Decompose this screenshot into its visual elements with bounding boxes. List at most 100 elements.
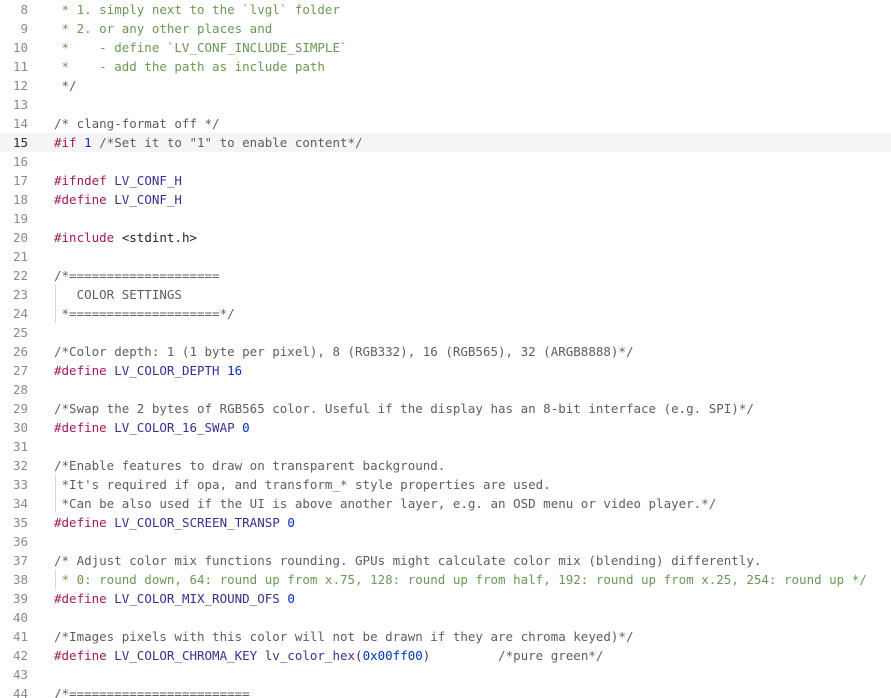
code-line[interactable]: 28 — [0, 380, 891, 399]
code-line[interactable]: 27 #define LV_COLOR_DEPTH 16 — [0, 361, 891, 380]
line-number: 29 — [12, 401, 28, 416]
code-token: /*Swap the 2 bytes of RGB565 color. Usef… — [54, 401, 754, 416]
line-number: 27 — [12, 363, 28, 378]
code-line[interactable]: 18 #define LV_CONF_H — [0, 190, 891, 209]
line-code: /*Images pixels with this color will not… — [54, 627, 633, 646]
line-number: 35 — [12, 515, 28, 530]
code-token: LV_COLOR_SCREEN_TRANSP — [106, 515, 288, 530]
code-line[interactable]: 31 — [0, 437, 891, 456]
code-line[interactable]: 14 /* clang-format off */ — [0, 114, 891, 133]
line-number: 20 — [12, 230, 28, 245]
code-token: 0 — [287, 515, 295, 530]
line-code: #define LV_COLOR_16_SWAP 0 — [54, 418, 250, 437]
line-code: * - define `LV_CONF_INCLUDE_SIMPLE` — [54, 38, 348, 57]
code-token: LV_COLOR_MIX_ROUND_OFS — [106, 591, 288, 606]
line-number: 22 — [12, 268, 28, 283]
line-code: #define LV_CONF_H — [54, 190, 182, 209]
code-line[interactable]: 10 * - define `LV_CONF_INCLUDE_SIMPLE` — [0, 38, 891, 57]
code-line[interactable]: 11 * - add the path as include path — [0, 57, 891, 76]
line-number: 12 — [12, 78, 28, 93]
code-line[interactable]: 36 — [0, 532, 891, 551]
code-token: 0 — [242, 420, 250, 435]
line-number: 37 — [12, 553, 28, 568]
code-line[interactable]: 26 /*Color depth: 1 (1 byte per pixel), 8… — [0, 342, 891, 361]
line-code: /* clang-format off */ — [54, 114, 220, 133]
line-code: * 0: round down, 64: round up from x.75,… — [54, 570, 867, 589]
line-number: 40 — [12, 610, 28, 625]
code-token: /*Color depth: 1 (1 byte per pixel), 8 (… — [54, 344, 634, 359]
code-line[interactable]: 42 #define LV_COLOR_CHROMA_KEY lv_color_h… — [0, 646, 891, 665]
line-number: 43 — [12, 667, 28, 682]
line-code: #define LV_COLOR_CHROMA_KEY lv_color_hex… — [54, 646, 603, 665]
code-line[interactable]: 38 * 0: round down, 64: round up from x.… — [0, 570, 891, 589]
code-token: #define — [54, 515, 107, 530]
code-line[interactable]: 23 COLOR SETTINGS — [0, 285, 891, 304]
code-token: /*Enable features to draw on transparent… — [54, 458, 446, 473]
code-line[interactable]: 17 #ifndef LV_CONF_H — [0, 171, 891, 190]
code-line[interactable]: 25 — [0, 323, 891, 342]
code-token: LV_COLOR_DEPTH — [106, 363, 228, 378]
line-code: #define LV_COLOR_DEPTH 16 — [54, 361, 242, 380]
code-line[interactable]: 22 /*==================== — [0, 266, 891, 285]
code-line[interactable]: 12 */ — [0, 76, 891, 95]
line-number: 41 — [12, 629, 28, 644]
line-number: 24 — [12, 306, 28, 321]
code-line[interactable]: 30 #define LV_COLOR_16_SWAP 0 — [0, 418, 891, 437]
line-code: *====================*/ — [54, 304, 235, 323]
code-token: /*pure green*/ — [498, 648, 604, 663]
code-token: #define — [54, 591, 107, 606]
code-token: #define — [54, 192, 107, 207]
code-line[interactable]: 21 — [0, 247, 891, 266]
code-line[interactable]: 39 #define LV_COLOR_MIX_ROUND_OFS 0 — [0, 589, 891, 608]
code-line[interactable]: 32 /*Enable features to draw on transpare… — [0, 456, 891, 475]
line-number: 38 — [12, 572, 28, 587]
code-line[interactable]: 43 — [0, 665, 891, 684]
line-code: #define LV_COLOR_SCREEN_TRANSP 0 — [54, 513, 295, 532]
code-token: #include — [54, 230, 115, 245]
code-token: LV_CONF_H — [106, 192, 182, 207]
line-number: 15 — [12, 135, 28, 150]
code-line[interactable]: 33 *It's required if opa, and transform_… — [0, 475, 891, 494]
code-token: #define — [54, 420, 107, 435]
code-line[interactable]: 20 #include <stdint.h> — [0, 228, 891, 247]
line-code: *It's required if opa, and transform_* s… — [54, 475, 551, 494]
code-line[interactable]: 37 /* Adjust color mix functions rounding… — [0, 551, 891, 570]
line-number: 26 — [12, 344, 28, 359]
line-code: *Can be also used if the UI is above ano… — [54, 494, 717, 513]
code-editor[interactable]: 8 * 1. simply next to the `lvgl` folder 9… — [0, 0, 891, 698]
code-line[interactable]: 34 *Can be also used if the UI is above … — [0, 494, 891, 513]
code-line[interactable]: 19 — [0, 209, 891, 228]
code-line[interactable]: 24 *====================*/ — [0, 304, 891, 323]
code-token: 0x00ff00 — [362, 648, 423, 663]
code-line[interactable]: 9 * 2. or any other places and — [0, 19, 891, 38]
code-line[interactable]: 29 /*Swap the 2 bytes of RGB565 color. Us… — [0, 399, 891, 418]
code-line[interactable]: 8 * 1. simply next to the `lvgl` folder — [0, 0, 891, 19]
code-line[interactable]: 16 — [0, 152, 891, 171]
line-number: 33 — [12, 477, 28, 492]
code-line[interactable]: 41 /*Images pixels with this color will n… — [0, 627, 891, 646]
line-number: 32 — [12, 458, 28, 473]
code-token: * - add the path as include path — [54, 59, 325, 74]
line-number: 11 — [12, 59, 28, 74]
code-token: /*Set it to "1" to enable content*/ — [91, 135, 363, 150]
line-number: 16 — [12, 154, 28, 169]
code-line[interactable]: 13 — [0, 95, 891, 114]
code-line[interactable]: 44 /*======================== — [0, 684, 891, 698]
line-code: * 1. simply next to the `lvgl` folder — [54, 0, 340, 19]
code-token: LV_COLOR_16_SWAP — [106, 420, 243, 435]
line-code: */ — [54, 76, 77, 95]
code-line[interactable]: 35 #define LV_COLOR_SCREEN_TRANSP 0 — [0, 513, 891, 532]
code-token: /* clang-format off */ — [54, 116, 220, 131]
line-code: COLOR SETTINGS — [54, 285, 182, 304]
code-token: /*======================== — [54, 686, 250, 698]
line-code: /*Enable features to draw on transparent… — [54, 456, 445, 475]
code-line[interactable]: 40 — [0, 608, 891, 627]
code-token: ) — [422, 648, 499, 663]
line-number: 9 — [20, 21, 28, 36]
code-line[interactable]: 15 #if 1 /*Set it to "1" to enable conten… — [0, 133, 891, 152]
line-number: 39 — [12, 591, 28, 606]
code-token: 1 — [84, 135, 92, 150]
line-number: 31 — [12, 439, 28, 454]
code-token: *It's required if opa, and transform_* s… — [54, 477, 551, 492]
